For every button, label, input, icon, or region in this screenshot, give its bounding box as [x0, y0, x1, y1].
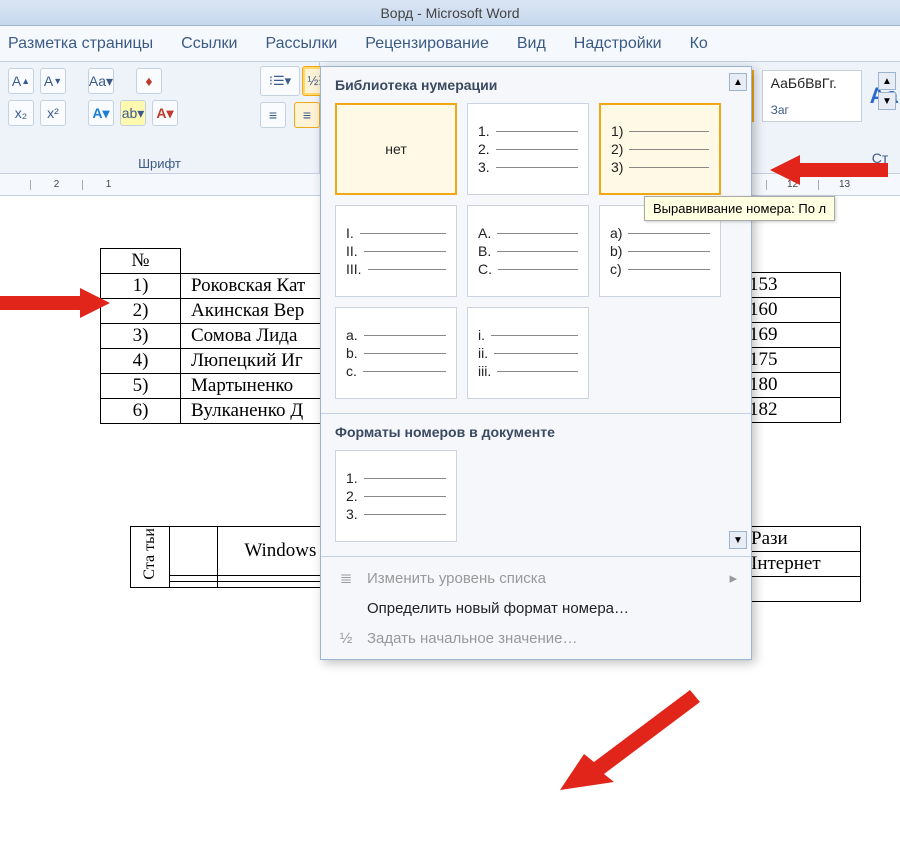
align-left-icon[interactable]: ≡	[260, 102, 286, 128]
table-cell[interactable]: 153	[741, 273, 841, 298]
table-cell[interactable]: 160	[741, 298, 841, 323]
title-bar: Ворд - Microsoft Word	[0, 0, 900, 26]
table-cell[interactable]: 6)	[101, 399, 181, 424]
table-cell[interactable]: 4)	[101, 349, 181, 374]
shrink-font-icon[interactable]: A▼	[40, 68, 66, 94]
menu-define-new-format[interactable]: Определить новый формат номера…	[321, 593, 751, 623]
menu-set-start-value: ½ Задать начальное значение…	[321, 623, 751, 653]
font-group-label: Шрифт	[138, 156, 181, 171]
table-cell[interactable]: 5)	[101, 374, 181, 399]
numbering-option-letter-upper[interactable]: A. B. C.	[467, 205, 589, 297]
tab-mailings[interactable]: Рассылки	[265, 35, 337, 53]
styles-scroll-up-icon[interactable]: ▲	[878, 72, 896, 90]
col-header-number: №	[101, 249, 181, 274]
table-values-fragment: 153 160 169 175 180 182	[740, 248, 841, 423]
table-cell[interactable]: 3)	[101, 324, 181, 349]
annotation-arrow-icon	[770, 145, 890, 195]
gallery-header-library: Библиотека нумерации	[321, 67, 751, 99]
table-students[interactable]: № 1)Роковская Кат 2)Акинская Вер 3)Сомов…	[100, 248, 351, 424]
tooltip-alignment: Выравнивание номера: По л	[644, 196, 835, 221]
table-cell[interactable]: 1)	[101, 274, 181, 299]
gallery-header-docformats: Форматы номеров в документе	[321, 414, 751, 446]
numbering-option-roman-upper[interactable]: I. II. III.	[335, 205, 457, 297]
superscript-icon[interactable]: x²	[40, 100, 66, 126]
tab-references[interactable]: Ссылки	[181, 35, 237, 53]
table-cell[interactable]: 182	[741, 398, 841, 423]
gallery-scroll-up-icon[interactable]: ▲	[729, 73, 747, 91]
table-cell[interactable]: 2)	[101, 299, 181, 324]
indent-levels-icon: ≣	[335, 569, 357, 587]
tab-page-layout[interactable]: Разметка страницы	[8, 35, 153, 53]
numbering-option-letter-lower[interactable]: a. b. c.	[335, 307, 457, 399]
text-effects-icon[interactable]: A▾	[88, 100, 114, 126]
numbering-value-icon: ½	[335, 629, 357, 647]
tab-addins[interactable]: Надстройки	[574, 35, 662, 53]
gallery-scroll-down-icon[interactable]: ▼	[729, 531, 747, 549]
numbering-option-roman-lower[interactable]: i. ii. iii.	[467, 307, 589, 399]
table-cell[interactable]: 175	[741, 348, 841, 373]
highlight-icon[interactable]: ab▾	[120, 100, 146, 126]
blank-icon	[335, 599, 357, 617]
ribbon-tabs: Разметка страницы Ссылки Рассылки Реценз…	[0, 26, 900, 62]
clear-formatting-icon[interactable]: ♦	[136, 68, 162, 94]
annotation-arrow-icon	[560, 690, 700, 800]
numbering-option-paren[interactable]: 1) 2) 3)	[599, 103, 721, 195]
table-cell[interactable]: 180	[741, 373, 841, 398]
numbering-gallery: Библиотека нумерации ▲ нет 1. 2. 3. 1) 2…	[320, 66, 752, 660]
menu-change-level: ≣ Изменить уровень списка ▸	[321, 563, 751, 593]
table-cell[interactable]: Рази	[741, 527, 861, 552]
style-heading[interactable]: АаБбВвГг. Заг	[762, 70, 862, 122]
bullets-icon[interactable]: ⁝☰▾	[260, 66, 300, 96]
subscript-icon[interactable]: x₂	[8, 100, 34, 126]
tab-review[interactable]: Рецензирование	[365, 35, 489, 53]
gallery-menu: ≣ Изменить уровень списка ▸ Определить н…	[321, 557, 751, 659]
font-color-icon[interactable]: A▾	[152, 100, 178, 126]
styles-scroll-down-icon[interactable]: ▼	[878, 92, 896, 110]
annotation-arrow-icon	[0, 278, 110, 328]
change-case-icon[interactable]: Aa▾	[88, 68, 114, 94]
table-cell[interactable]: 169	[741, 323, 841, 348]
tab-view[interactable]: Вид	[517, 35, 546, 53]
table-articles-right: Рази Iнтернет	[740, 526, 861, 602]
tab-cut[interactable]: Ко	[690, 35, 708, 53]
numbering-option-dot[interactable]: 1. 2. 3.	[467, 103, 589, 195]
rotated-label: Ста тьи	[141, 528, 159, 580]
numbering-option-none[interactable]: нет	[335, 103, 457, 195]
table-cell[interactable]: Iнтернет	[741, 552, 861, 577]
window-title: Ворд - Microsoft Word	[380, 5, 519, 21]
numbering-option-doc-1[interactable]: 1. 2. 3.	[335, 450, 457, 542]
grow-font-icon[interactable]: A▲	[8, 68, 34, 94]
align-right-icon[interactable]: ≡	[294, 102, 320, 128]
